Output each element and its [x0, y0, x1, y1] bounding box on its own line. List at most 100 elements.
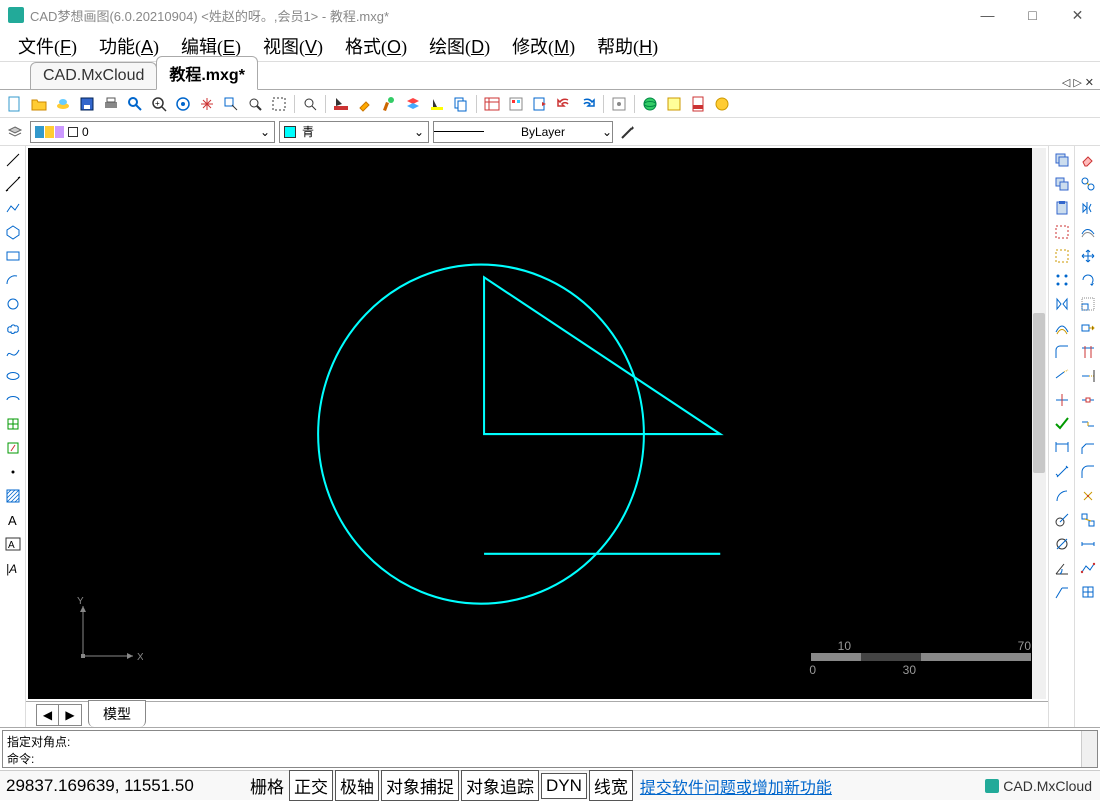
- tab-next-icon[interactable]: ▷: [1073, 76, 1081, 89]
- canvas-scrollbar-v[interactable]: [1032, 148, 1046, 699]
- point-tool[interactable]: [3, 462, 23, 482]
- print-button[interactable]: [100, 93, 122, 115]
- menu-file[interactable]: 文件(F): [8, 29, 87, 63]
- drawing-canvas[interactable]: X Y 10 70 0 30: [28, 148, 1046, 699]
- dim-arc-button[interactable]: [1052, 486, 1072, 506]
- check-button[interactable]: [1052, 414, 1072, 434]
- dim-angular-button[interactable]: [1052, 558, 1072, 578]
- layer-combo[interactable]: 0 ⌄: [30, 121, 275, 143]
- lengthen-button[interactable]: [1078, 534, 1098, 554]
- layout-next-button[interactable]: ▶: [59, 705, 81, 725]
- erase-button[interactable]: [1078, 150, 1098, 170]
- offset2-button[interactable]: [1052, 318, 1072, 338]
- otrack-toggle[interactable]: 对象追踪: [461, 770, 539, 801]
- color-combo[interactable]: 青 ⌄: [279, 121, 429, 143]
- web-button[interactable]: [639, 93, 661, 115]
- explode-button[interactable]: [1078, 486, 1098, 506]
- dyn-toggle[interactable]: DYN: [541, 773, 587, 799]
- line-tool[interactable]: [3, 150, 23, 170]
- zoom-in-button[interactable]: +: [148, 93, 170, 115]
- make-block-tool[interactable]: [3, 438, 23, 458]
- text-tool[interactable]: A: [3, 510, 23, 530]
- rotate-button[interactable]: [1078, 270, 1098, 290]
- script-button[interactable]: [663, 93, 685, 115]
- save-button[interactable]: [76, 93, 98, 115]
- feedback-link[interactable]: 提交软件问题或增加新功能: [640, 774, 832, 798]
- extend-button[interactable]: [1078, 366, 1098, 386]
- trim2-button[interactable]: [1052, 390, 1072, 410]
- ellipse-arc-tool[interactable]: [3, 390, 23, 410]
- zoom-window-button[interactable]: [220, 93, 242, 115]
- cloud-button[interactable]: [52, 93, 74, 115]
- properties-button[interactable]: [505, 93, 527, 115]
- model-tab[interactable]: 模型: [88, 700, 146, 727]
- find-button[interactable]: [124, 93, 146, 115]
- layout-prev-button[interactable]: ◀: [37, 705, 59, 725]
- menu-modify[interactable]: 修改(M): [502, 29, 585, 63]
- menu-draw[interactable]: 绘图(D): [419, 29, 500, 63]
- insert-block-tool[interactable]: [3, 414, 23, 434]
- mirror-h-button[interactable]: [1052, 294, 1072, 314]
- paint-button[interactable]: [354, 93, 376, 115]
- menu-view[interactable]: 视图(V): [253, 29, 333, 63]
- polyline-tool[interactable]: [3, 198, 23, 218]
- ortho-toggle[interactable]: 正交: [289, 770, 333, 801]
- undo-button[interactable]: [553, 93, 575, 115]
- maximize-button[interactable]: □: [1010, 0, 1055, 30]
- linetype-combo[interactable]: ByLayer ⌄: [433, 121, 613, 143]
- highlight-button[interactable]: [426, 93, 448, 115]
- export-button[interactable]: [529, 93, 551, 115]
- copy-layer-button[interactable]: [1052, 150, 1072, 170]
- polar-toggle[interactable]: 极轴: [335, 770, 379, 801]
- block-edit-button[interactable]: [1078, 582, 1098, 602]
- offset-button[interactable]: [1078, 222, 1098, 242]
- trim-button[interactable]: [1078, 342, 1098, 362]
- color-button[interactable]: [330, 93, 352, 115]
- menu-format[interactable]: 格式(O): [335, 29, 417, 63]
- arc-tool[interactable]: [3, 270, 23, 290]
- ellipse-tool[interactable]: [3, 366, 23, 386]
- paste-button[interactable]: [1052, 198, 1072, 218]
- dim-radius-button[interactable]: [1052, 510, 1072, 530]
- dim-ordinate-button[interactable]: [1052, 582, 1072, 602]
- circle-tool[interactable]: [3, 294, 23, 314]
- select-window-button[interactable]: [1052, 222, 1072, 242]
- rectangle-tool[interactable]: [3, 246, 23, 266]
- select-crossing-button[interactable]: [1052, 246, 1072, 266]
- hatch-tool[interactable]: [3, 486, 23, 506]
- extend2-button[interactable]: [1052, 366, 1072, 386]
- dim-linear-button[interactable]: [1052, 438, 1072, 458]
- array-button[interactable]: [1052, 270, 1072, 290]
- revcloud-tool[interactable]: [3, 318, 23, 338]
- tab-close-icon[interactable]: ✕: [1085, 76, 1094, 89]
- mirror-button[interactable]: [1078, 198, 1098, 218]
- copy2-button[interactable]: [1052, 174, 1072, 194]
- help-button[interactable]: [711, 93, 733, 115]
- zoom-extents-button[interactable]: [244, 93, 266, 115]
- command-line[interactable]: 指定对角点: 命令:: [2, 730, 1098, 768]
- menu-help[interactable]: 帮助(H): [587, 29, 668, 63]
- xline-tool[interactable]: [3, 174, 23, 194]
- redo-button[interactable]: [577, 93, 599, 115]
- chamfer-button[interactable]: [1078, 438, 1098, 458]
- fillet-button[interactable]: [1078, 462, 1098, 482]
- table-button[interactable]: [481, 93, 503, 115]
- lineweight-button[interactable]: [617, 121, 639, 143]
- scale-button[interactable]: [1078, 294, 1098, 314]
- lwt-toggle[interactable]: 线宽: [589, 770, 633, 801]
- dtext-tool[interactable]: |A: [3, 558, 23, 578]
- join-button[interactable]: [1078, 414, 1098, 434]
- minimize-button[interactable]: —: [965, 0, 1010, 30]
- command-scrollbar[interactable]: [1081, 731, 1097, 767]
- polygon-tool[interactable]: [3, 222, 23, 242]
- stretch-button[interactable]: [1078, 318, 1098, 338]
- close-button[interactable]: ✕: [1055, 0, 1100, 30]
- brush-button[interactable]: [378, 93, 400, 115]
- pan-button[interactable]: [196, 93, 218, 115]
- new-button[interactable]: [4, 93, 26, 115]
- dim-aligned-button[interactable]: [1052, 462, 1072, 482]
- layer-manager-button[interactable]: [4, 121, 26, 143]
- pdf-button[interactable]: [687, 93, 709, 115]
- tab-tutorial[interactable]: 教程.mxg*: [156, 56, 258, 90]
- zoom-realtime-button[interactable]: [172, 93, 194, 115]
